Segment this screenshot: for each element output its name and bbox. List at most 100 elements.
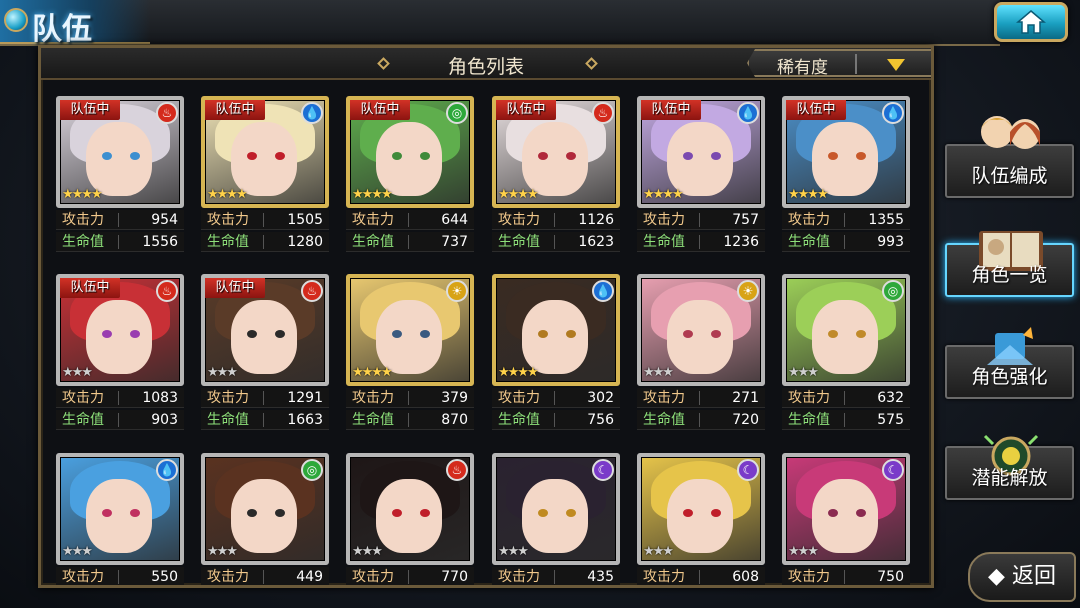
stat-divider bbox=[408, 391, 409, 405]
character-list-button[interactable]: 角色一览 bbox=[945, 231, 1074, 297]
hp-stat-value: 1236 bbox=[723, 234, 759, 250]
fire-element-icon: ♨ bbox=[156, 102, 178, 124]
character-portrait: 💧 ★★★ bbox=[56, 453, 184, 565]
wind-element-icon: ◎ bbox=[446, 102, 468, 124]
hp-stat-value: 1663 bbox=[287, 412, 323, 428]
hp-stat: 生命值 903 bbox=[56, 410, 184, 430]
rarity-stars: ★★★★ bbox=[498, 365, 539, 380]
attack-stat-label: 攻击力 bbox=[498, 569, 540, 585]
attack-stat: 攻击力 770 bbox=[346, 567, 474, 585]
character-eye bbox=[538, 152, 548, 160]
attack-stat: 攻击力 632 bbox=[782, 388, 910, 408]
hp-stat-label: 生命值 bbox=[788, 234, 830, 250]
attack-stat-label: 攻击力 bbox=[352, 212, 394, 228]
dark-element-icon: ☾ bbox=[592, 459, 614, 481]
character-eye bbox=[392, 152, 402, 160]
in-party-badge: 队伍中 bbox=[496, 100, 556, 120]
character-eye bbox=[711, 152, 721, 160]
in-party-badge: 队伍中 bbox=[786, 100, 846, 120]
attack-stat-value: 632 bbox=[877, 390, 904, 406]
hp-stat-value: 1280 bbox=[287, 234, 323, 250]
attack-stat: 攻击力 757 bbox=[637, 210, 765, 230]
fire-element-icon: ♨ bbox=[446, 459, 468, 481]
attack-stat: 攻击力 1291 bbox=[201, 388, 329, 408]
stat-divider bbox=[554, 570, 555, 584]
character-eye bbox=[828, 330, 838, 338]
character-eye bbox=[102, 330, 112, 338]
character-face bbox=[231, 300, 297, 374]
rarity-stars: ★★★ bbox=[62, 544, 93, 559]
character-face bbox=[812, 300, 878, 374]
water-element-icon: 💧 bbox=[737, 102, 759, 124]
hp-stat: 生命值 575 bbox=[782, 410, 910, 430]
character-eye bbox=[247, 152, 257, 160]
hp-stat: 生命值 720 bbox=[637, 410, 765, 430]
title-plate: 队伍 bbox=[0, 0, 150, 47]
hp-stat: 生命值 1556 bbox=[56, 232, 184, 252]
character-face bbox=[376, 479, 442, 553]
attack-stat-value: 449 bbox=[296, 569, 323, 585]
hp-stat: 生命值 737 bbox=[346, 232, 474, 252]
stat-divider bbox=[554, 235, 555, 249]
attack-stat-label: 攻击力 bbox=[788, 390, 830, 406]
attack-stat-label: 攻击力 bbox=[643, 212, 685, 228]
hp-stat: 生命值 1623 bbox=[492, 232, 620, 252]
character-list-panel: 角色列表 稀有度 队伍中 ♨ ★★★★ 攻击力 954 生命值 1556 队伍中 💧 ★★★★ 攻击… bbox=[38, 45, 934, 588]
character-face bbox=[667, 479, 733, 553]
stat-divider bbox=[844, 213, 845, 227]
hp-stat-label: 生命值 bbox=[207, 412, 249, 428]
stat-divider bbox=[263, 391, 264, 405]
character-eye bbox=[420, 330, 430, 338]
dropdown-arrow-icon bbox=[887, 59, 905, 71]
back-button[interactable]: ◆ 返回 bbox=[968, 552, 1076, 602]
attack-stat-value: 770 bbox=[441, 569, 468, 585]
character-eye bbox=[130, 330, 140, 338]
character-portrait: 队伍中 💧 ★★★★ bbox=[637, 96, 765, 208]
attack-stat-value: 1291 bbox=[287, 390, 323, 406]
attack-stat: 攻击力 954 bbox=[56, 210, 184, 230]
top-banner bbox=[0, 0, 1000, 46]
attack-stat-label: 攻击力 bbox=[643, 569, 685, 585]
home-icon bbox=[1016, 10, 1046, 34]
attack-stat-label: 攻击力 bbox=[62, 390, 104, 406]
panel-header: 角色列表 稀有度 bbox=[41, 48, 931, 80]
character-face bbox=[812, 479, 878, 553]
stat-divider bbox=[844, 413, 845, 427]
attack-stat-value: 750 bbox=[877, 569, 904, 585]
character-eye bbox=[856, 152, 866, 160]
fire-element-icon: ♨ bbox=[592, 102, 614, 124]
character-face bbox=[86, 479, 152, 553]
attack-stat-value: 954 bbox=[151, 212, 178, 228]
party-formation-button[interactable]: 队伍编成 bbox=[945, 116, 1074, 198]
attack-stat: 攻击力 1083 bbox=[56, 388, 184, 408]
character-eye bbox=[392, 330, 402, 338]
character-eye bbox=[856, 330, 866, 338]
home-button[interactable] bbox=[994, 2, 1068, 42]
sort-divider bbox=[855, 54, 857, 74]
stat-divider bbox=[118, 570, 119, 584]
character-eye bbox=[711, 509, 721, 517]
in-party-badge: 队伍中 bbox=[350, 100, 410, 120]
attack-stat-label: 攻击力 bbox=[62, 569, 104, 585]
character-face bbox=[86, 300, 152, 374]
potential-unlock-button[interactable]: 潜能解放 bbox=[945, 434, 1074, 500]
panel-title: 角色列表 bbox=[447, 56, 524, 78]
stat-divider bbox=[699, 391, 700, 405]
side-menu-label: 队伍编成 bbox=[971, 165, 1048, 187]
attack-stat-label: 攻击力 bbox=[498, 390, 540, 406]
attack-stat-label: 攻击力 bbox=[207, 569, 249, 585]
attack-stat: 攻击力 1505 bbox=[201, 210, 329, 230]
diamond-ornament-icon bbox=[585, 57, 598, 70]
hp-stat-label: 生命值 bbox=[498, 412, 540, 428]
character-portrait: ◎ ★★★ bbox=[201, 453, 329, 565]
sort-dropdown[interactable]: 稀有度 bbox=[747, 49, 931, 77]
character-portrait: 💧 ★★★★ bbox=[492, 274, 620, 386]
attack-stat-label: 攻击力 bbox=[498, 212, 540, 228]
character-upgrade-button[interactable]: 角色强化 bbox=[945, 327, 1074, 399]
character-portrait: 队伍中 💧 ★★★★ bbox=[782, 96, 910, 208]
character-eye bbox=[420, 509, 430, 517]
stat-divider bbox=[844, 570, 845, 584]
rarity-stars: ★★★ bbox=[62, 365, 93, 380]
stat-divider bbox=[263, 413, 264, 427]
rarity-stars: ★★★★ bbox=[643, 187, 684, 202]
